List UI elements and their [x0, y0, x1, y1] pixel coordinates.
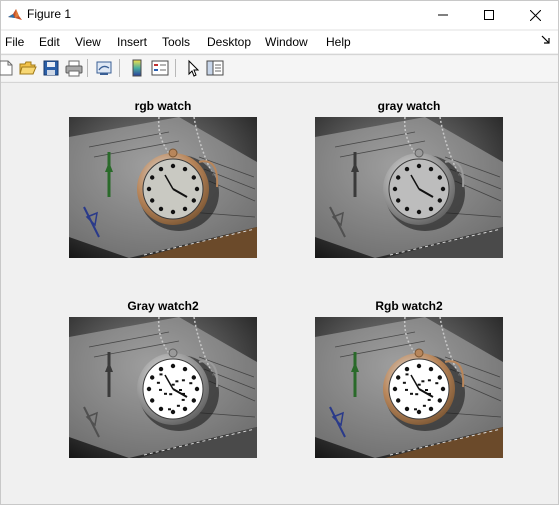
colorbar-icon[interactable] — [128, 59, 146, 77]
menu-help[interactable]: Help — [326, 35, 351, 49]
close-icon — [529, 9, 541, 21]
save-icon[interactable] — [42, 59, 60, 77]
open-file-icon[interactable] — [19, 59, 37, 77]
legend-icon[interactable] — [151, 59, 169, 77]
menu-separator — [1, 54, 558, 55]
property-editor-icon[interactable] — [206, 59, 224, 77]
window-title: Figure 1 — [27, 7, 72, 21]
title-bar[interactable]: Figure 1 — [1, 1, 558, 29]
toolbar-separator-line — [1, 82, 558, 83]
menu-bar: File Edit View Insert Tools Desktop Wind… — [1, 31, 558, 53]
matlab-logo-icon — [7, 7, 23, 23]
axes-title: Rgb watch2 — [375, 299, 443, 313]
watch-image[interactable] — [315, 317, 503, 458]
menu-insert[interactable]: Insert — [117, 35, 147, 49]
pointer-icon[interactable] — [184, 59, 202, 77]
maximize-icon — [484, 10, 494, 20]
axes-title: rgb watch — [134, 99, 192, 113]
watch-image[interactable] — [69, 317, 257, 458]
axes-title: gray watch — [377, 99, 441, 113]
watch-image[interactable] — [315, 117, 503, 258]
toolbar-separator — [87, 59, 88, 77]
new-figure-icon[interactable] — [0, 59, 15, 77]
close-button[interactable] — [512, 1, 558, 29]
watch-image[interactable] — [69, 117, 257, 258]
menu-view[interactable]: View — [75, 35, 101, 49]
minimize-icon — [438, 10, 448, 20]
figure-window: Figure 1 File Edit View Insert Tools Des… — [0, 0, 559, 505]
axes-title: Gray watch2 — [127, 299, 199, 313]
figure-toolbar — [0, 56, 558, 81]
menu-window[interactable]: Window — [265, 35, 308, 49]
menu-edit[interactable]: Edit — [39, 35, 60, 49]
menu-desktop[interactable]: Desktop — [207, 35, 251, 49]
maximize-button[interactable] — [466, 1, 512, 29]
dock-arrow-icon[interactable] — [541, 35, 550, 47]
toolbar-separator — [119, 59, 120, 77]
toolbar-separator — [175, 59, 176, 77]
link-plot-icon[interactable] — [95, 59, 113, 77]
menu-file[interactable]: File — [5, 35, 24, 49]
menu-tools[interactable]: Tools — [162, 35, 190, 49]
print-icon[interactable] — [65, 59, 83, 77]
minimize-button[interactable] — [420, 1, 466, 29]
